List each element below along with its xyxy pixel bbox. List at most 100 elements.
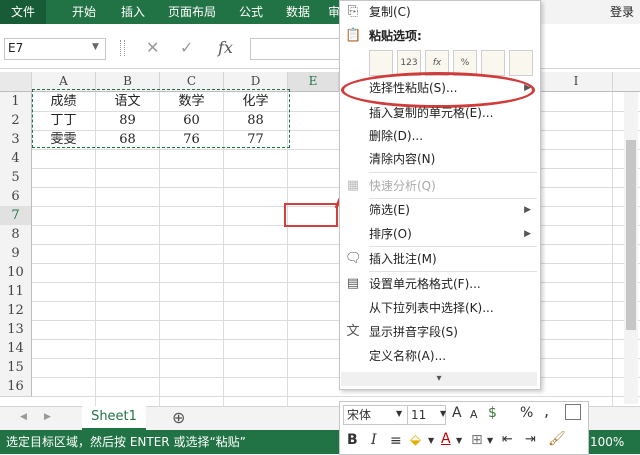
- row-header-3[interactable]: 3: [0, 130, 32, 150]
- increase-font-icon[interactable]: A: [452, 404, 462, 422]
- zoom-level[interactable]: 100%: [590, 430, 624, 454]
- gridline: [32, 263, 640, 264]
- paste-icon[interactable]: [369, 50, 393, 76]
- fill-color-icon[interactable]: ⬙: [410, 431, 421, 449]
- menu-item-pick-from-list[interactable]: 从下拉列表中选择(K)...: [339, 296, 539, 320]
- currency-format-icon[interactable]: $: [488, 404, 497, 422]
- menu-item-label: 插入复制的单元格(E)...: [369, 106, 494, 120]
- decrease-font-icon[interactable]: A: [470, 406, 478, 424]
- increase-decimal-icon[interactable]: ⇥: [525, 431, 536, 449]
- row-header-16[interactable]: 16: [0, 377, 32, 397]
- scroll-tabs-right-icon[interactable]: ▶: [44, 412, 51, 422]
- menu-item-label: 快速分析(Q): [369, 179, 436, 193]
- row-header-4[interactable]: 4: [0, 149, 32, 169]
- phonetic-icon: 文: [346, 324, 360, 339]
- column-header-i[interactable]: I: [540, 72, 613, 92]
- menu-item-quick-analysis: ▦ 快速分析(Q): [339, 174, 539, 198]
- copy-icon: ⎘: [347, 4, 359, 19]
- menu-item-label: 清除内容(N): [369, 152, 436, 166]
- menu-item-filter[interactable]: 筛选(E) ▶: [339, 198, 539, 222]
- menu-item-label: 定义名称(A)...: [369, 349, 447, 363]
- menu-paste-options-header: 📋 粘贴选项:: [339, 24, 539, 48]
- comma-format-icon[interactable]: ,: [544, 402, 549, 420]
- name-box-dropdown-icon[interactable]: ▼: [92, 42, 99, 52]
- row-header-12[interactable]: 12: [0, 301, 32, 321]
- menu-separator: [369, 172, 537, 173]
- size-dropdown-icon[interactable]: ▼: [440, 405, 446, 423]
- menu-item-label: 插入批注(M): [369, 252, 437, 266]
- enter-icon[interactable]: ✓: [180, 38, 193, 58]
- menu-scroll-down[interactable]: ▾: [341, 372, 537, 386]
- sheet-tab-sheet1[interactable]: Sheet1: [82, 406, 146, 430]
- add-sheet-button[interactable]: ⊕: [172, 408, 185, 427]
- tab-home[interactable]: 开始: [72, 0, 96, 24]
- gridline: [32, 244, 640, 245]
- submenu-arrow-icon: ▶: [524, 229, 531, 239]
- splitter-handle[interactable]: [120, 40, 125, 56]
- row-header-13[interactable]: 13: [0, 320, 32, 340]
- status-message: 选定目标区域，然后按 ENTER 或选择“粘贴”: [6, 435, 246, 449]
- borders-icon[interactable]: ⊞: [471, 431, 483, 449]
- row-header-1[interactable]: 1: [0, 92, 32, 112]
- tab-formulas[interactable]: 公式: [239, 0, 263, 24]
- gridline: [32, 396, 640, 397]
- font-color-dropdown-icon[interactable]: ▼: [456, 432, 462, 450]
- menu-item-label: 复制(C): [369, 5, 411, 19]
- quick-analysis-icon: ▦: [346, 178, 360, 193]
- login-link[interactable]: 登录: [610, 0, 634, 24]
- gridline: [32, 377, 640, 378]
- row-header-6[interactable]: 6: [0, 187, 32, 207]
- menu-item-clear-contents[interactable]: 清除内容(N): [339, 147, 539, 171]
- menu-item-define-name[interactable]: 定义名称(A)...: [339, 344, 539, 368]
- insert-function-button[interactable]: fx: [218, 38, 233, 58]
- menu-item-delete[interactable]: 删除(D)...: [339, 124, 539, 148]
- format-cells-icon: ▤: [346, 276, 360, 291]
- row-header-15[interactable]: 15: [0, 358, 32, 378]
- format-painter-icon[interactable]: 🖌: [548, 430, 566, 448]
- font-dropdown-icon[interactable]: ▼: [396, 405, 402, 423]
- row-header-10[interactable]: 10: [0, 263, 32, 283]
- menu-item-insert-copied-cells[interactable]: 插入复制的单元格(E)...: [339, 101, 539, 125]
- fill-color-dropdown-icon[interactable]: ▼: [428, 432, 434, 450]
- align-center-icon[interactable]: ≡: [390, 432, 402, 450]
- gridline: [32, 282, 640, 283]
- paste-formatting-icon[interactable]: [481, 50, 505, 76]
- menu-item-show-phonetic[interactable]: 文 显示拼音字段(S): [339, 320, 539, 344]
- menu-item-format-cells[interactable]: ▤ 设置单元格格式(F)...: [339, 272, 539, 296]
- select-all-corner[interactable]: [0, 72, 32, 92]
- cancel-icon[interactable]: ✕: [146, 38, 159, 58]
- menu-item-label: 删除(D)...: [369, 129, 424, 143]
- row-header-9[interactable]: 9: [0, 244, 32, 264]
- tab-page-layout[interactable]: 页面布局: [168, 0, 216, 24]
- paste-link-icon[interactable]: [509, 50, 533, 76]
- row-header-2[interactable]: 2: [0, 111, 32, 131]
- menu-item-sort[interactable]: 排序(O) ▶: [339, 222, 539, 246]
- row-header-14[interactable]: 14: [0, 339, 32, 359]
- row-header-11[interactable]: 11: [0, 282, 32, 302]
- menu-item-copy[interactable]: ⎘ 复制(C): [339, 0, 539, 24]
- format-painter-grid-icon[interactable]: [565, 404, 581, 420]
- decrease-decimal-icon[interactable]: ⇤: [502, 431, 513, 449]
- menu-item-label: 筛选(E): [369, 203, 410, 217]
- copy-marquee: [32, 89, 290, 148]
- vertical-scroll-thumb[interactable]: [626, 140, 636, 330]
- row-header-7[interactable]: 7: [0, 206, 32, 226]
- tab-file[interactable]: 文件: [0, 0, 46, 24]
- comment-icon: 🗨: [345, 251, 362, 266]
- formula-input[interactable]: [250, 38, 340, 60]
- tab-data[interactable]: 数据: [286, 0, 310, 24]
- scroll-tabs-left-icon[interactable]: ◀: [20, 412, 27, 422]
- row-header-8[interactable]: 8: [0, 225, 32, 245]
- menu-item-insert-comment[interactable]: 🗨 插入批注(M): [339, 247, 539, 271]
- borders-dropdown-icon[interactable]: ▼: [487, 432, 493, 450]
- menu-item-label: 显示拼音字段(S): [369, 325, 458, 339]
- gridline: [32, 339, 640, 340]
- row-header-5[interactable]: 5: [0, 168, 32, 188]
- font-color-icon[interactable]: A: [441, 430, 451, 448]
- italic-button[interactable]: I: [371, 431, 377, 449]
- percent-format-icon[interactable]: %: [520, 404, 533, 422]
- tab-insert[interactable]: 插入: [121, 0, 145, 24]
- bold-button[interactable]: B: [347, 431, 358, 449]
- column-header-j[interactable]: [613, 72, 640, 92]
- name-box-value: E7: [8, 41, 24, 55]
